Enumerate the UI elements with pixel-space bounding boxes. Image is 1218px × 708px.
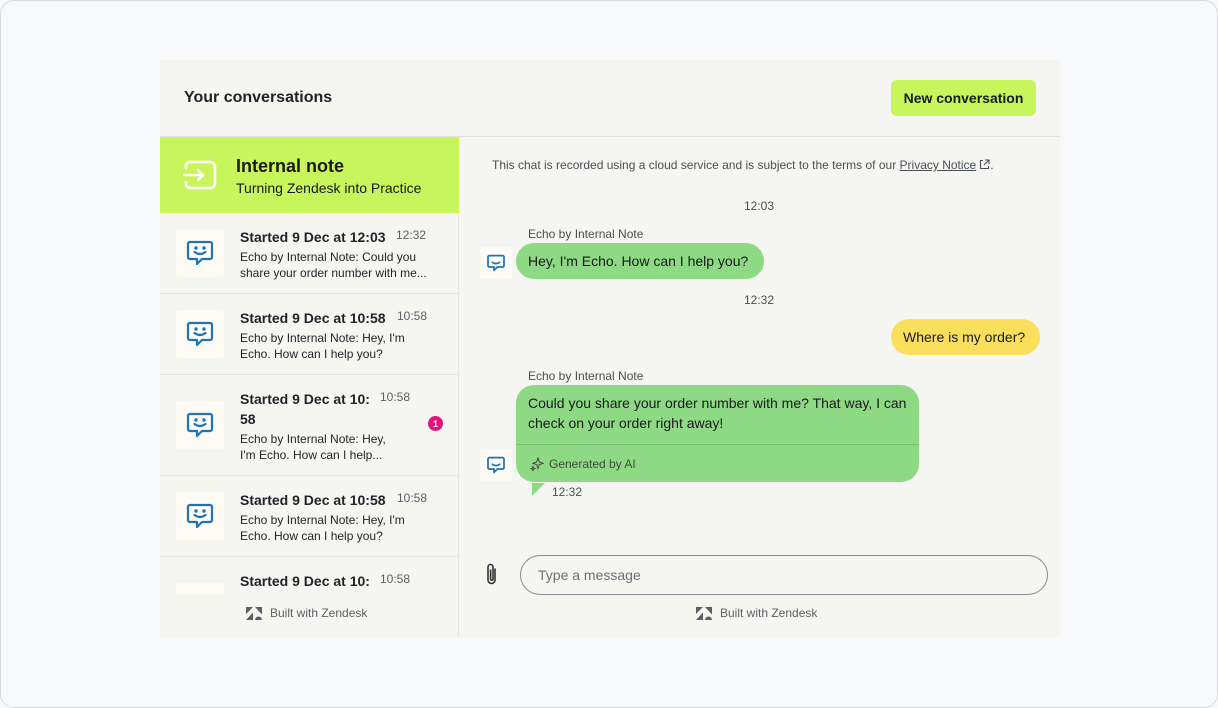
chat-bot-icon [487, 254, 505, 272]
bot-avatar [480, 247, 512, 279]
brand-subtitle: Turning Zendesk into Practice [236, 180, 422, 196]
conversation-preview: I'm Echo. How can I help... [240, 448, 383, 462]
unread-badge: 1 [428, 416, 443, 431]
generated-by-ai-tag: Generated by AI [516, 444, 919, 482]
message-timestamp: 12:32 [744, 293, 775, 307]
sparkle-icon [530, 456, 544, 471]
messaging-widget: Your conversations New conversation Inte… [160, 60, 1060, 637]
conversation-title: Started 9 Dec at 10:58 [240, 310, 386, 326]
bot-avatar [176, 492, 224, 540]
chat-bot-icon [186, 412, 214, 438]
bot-message-text: Could you share your order number with m… [528, 395, 907, 431]
chat-bot-icon [186, 503, 214, 529]
chat-bot-icon [186, 240, 214, 266]
brand-name: Internal note [236, 156, 345, 176]
conversation-sidebar: Internal note Turning Zendesk into Pract… [160, 137, 459, 637]
zendesk-logo-icon [696, 606, 712, 620]
conversation-title-wrap: 58 [240, 411, 256, 427]
paperclip-icon[interactable] [482, 562, 502, 588]
conversation-item[interactable]: Started 9 Dec at 10: 10:58 [160, 557, 459, 595]
sign-in-arrow-icon [182, 160, 217, 190]
conversation-title: Started 9 Dec at 12:03 [240, 229, 386, 245]
conversation-preview: Echo by Internal Note: Could you [240, 250, 417, 264]
built-with-label: Built with Zendesk [720, 606, 818, 620]
bot-avatar [176, 401, 224, 449]
bot-avatar [176, 310, 224, 358]
message-time: 12:32 [552, 485, 583, 499]
generated-by-ai-label: Generated by AI [549, 456, 636, 471]
user-message-bubble: Where is my order? [891, 319, 1040, 355]
external-link-icon [980, 159, 990, 170]
conversation-item[interactable]: Started 9 Dec at 10:58 10:58 Echo by Int… [160, 294, 459, 375]
conversation-time: 10:58 [397, 491, 428, 505]
conversation-preview: Echo by Internal Note: Hey, [240, 432, 386, 446]
conversation-time: 10:58 [397, 309, 428, 323]
conversation-preview: Echo. How can I help you? [240, 347, 383, 361]
new-conversation-button[interactable]: New conversation [891, 80, 1036, 116]
conversation-item[interactable]: Started 9 Dec at 10:58 10:58 Echo by Int… [160, 476, 459, 557]
conversation-title: Started 9 Dec at 10:58 [240, 492, 386, 508]
message-sender: Echo by Internal Note [528, 227, 644, 241]
conversation-preview: Echo by Internal Note: Hey, I'm [240, 513, 405, 527]
chat-bot-icon [487, 456, 505, 474]
conversation-item[interactable]: Started 9 Dec at 10: 58 10:58 Echo by In… [160, 375, 459, 476]
app-frame: Your conversations New conversation Inte… [0, 0, 1218, 708]
bot-avatar [480, 449, 512, 481]
conversation-preview: Echo. How can I help you? [240, 529, 383, 543]
message-timestamp: 12:03 [744, 199, 775, 213]
page-title: Your conversations [184, 89, 333, 106]
privacy-notice-link[interactable]: Privacy Notice [900, 158, 977, 172]
bot-message-bubble: Hey, I'm Echo. How can I help you? [516, 243, 764, 279]
bot-avatar [176, 583, 224, 595]
conversation-preview: Echo by Internal Note: Hey, I'm [240, 331, 405, 345]
conversation-time: 10:58 [380, 390, 411, 404]
message-input[interactable] [520, 555, 1048, 595]
zendesk-logo-icon [246, 606, 262, 620]
conversation-item[interactable]: Started 9 Dec at 12:03 12:32 Echo by Int… [160, 213, 459, 294]
bot-avatar [176, 229, 224, 277]
notice-end: . [990, 158, 994, 172]
built-with-zendesk[interactable]: Built with Zendesk [696, 606, 817, 620]
built-with-zendesk[interactable]: Built with Zendesk [246, 606, 367, 620]
conversation-list: Started 9 Dec at 12:03 12:32 Echo by Int… [160, 213, 459, 595]
brand-banner: Internal note Turning Zendesk into Pract… [160, 137, 459, 213]
chat-bot-icon [186, 321, 214, 347]
built-with-label: Built with Zendesk [270, 606, 368, 620]
conversation-title: Started 9 Dec at 10: [240, 391, 370, 407]
message-sender: Echo by Internal Note [528, 369, 644, 383]
conversation-title: Started 9 Dec at 10: [240, 573, 370, 589]
delivered-check-icon [532, 483, 545, 496]
bot-message-bubble: Could you share your order number with m… [516, 385, 919, 482]
conversation-time: 10:58 [380, 572, 411, 586]
recording-notice: This chat is recorded using a cloud serv… [492, 158, 994, 172]
header: Your conversations New conversation [160, 60, 1060, 137]
chat-panel: This chat is recorded using a cloud serv… [460, 137, 1060, 637]
conversation-time: 12:32 [396, 228, 427, 242]
notice-text: This chat is recorded using a cloud serv… [492, 158, 900, 172]
conversation-preview: share your order number with me... [240, 266, 427, 280]
